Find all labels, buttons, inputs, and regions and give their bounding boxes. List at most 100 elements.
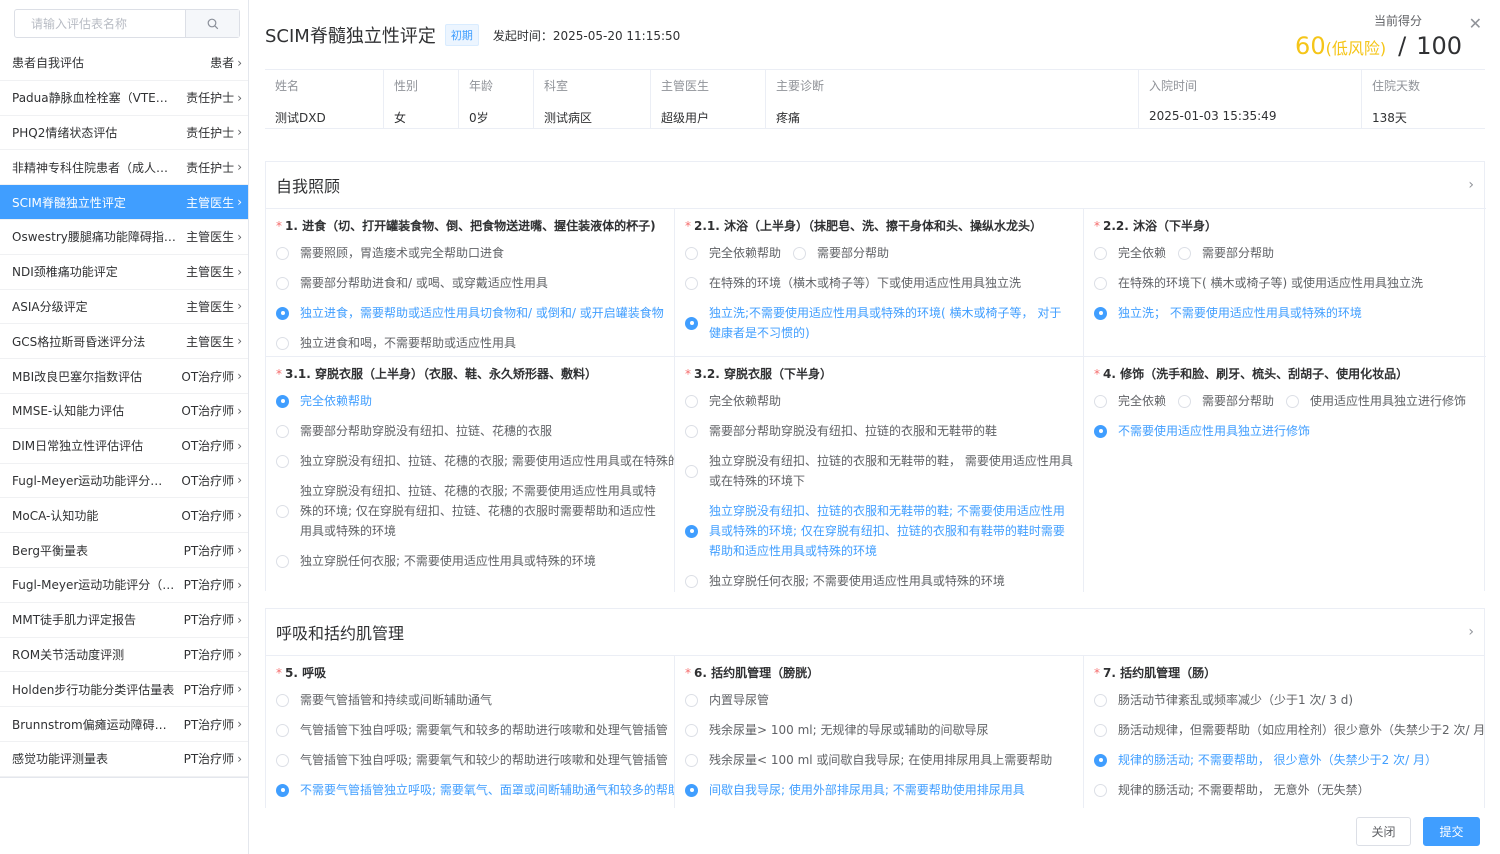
sidebar-item[interactable]: Padua静脉血栓栓塞（VTE… 责任护士 › — [0, 81, 248, 116]
radio-option[interactable]: 内置导尿管 — [685, 685, 1073, 715]
sidebar-item[interactable]: ROM关节活动度评测 PT治疗师 › — [0, 638, 248, 673]
radio-option[interactable]: 独立穿脱没有纽扣、拉链、花穗的衣服; 不需要使用适应性用具或特殊的环境; 仅在穿… — [276, 476, 664, 546]
radio-option[interactable]: 完全依赖帮助 — [685, 238, 781, 268]
radio-button[interactable] — [685, 783, 698, 797]
sidebar-item[interactable]: PHQ2情绪状态评估 责任护士 › — [0, 116, 248, 151]
sidebar-item[interactable]: GCS格拉斯哥昏迷评分法 主管医生 › — [0, 324, 248, 360]
radio-button[interactable] — [685, 524, 698, 538]
radio-option[interactable]: 规律的肠活动; 不需要帮助， 无意外（无失禁） — [1094, 775, 1476, 805]
radio-button[interactable] — [685, 246, 698, 260]
radio-option[interactable]: 独立进食，需要帮助或适应性用具切食物和/ 或倒和/ 或开启罐装食物 — [276, 298, 664, 328]
close-button[interactable]: 关闭 — [1356, 817, 1411, 846]
radio-button[interactable] — [276, 504, 289, 518]
radio-option[interactable]: 独立穿脱任何衣服; 不需要使用适应性用具或特殊的环境 — [276, 546, 664, 576]
sidebar-item[interactable]: 非精神专科住院患者（成人… 责任护士 › — [0, 150, 248, 186]
radio-option[interactable]: 不需要使用适应性用具独立进行修饰 — [1094, 416, 1476, 446]
radio-button[interactable] — [276, 454, 289, 468]
sidebar-item[interactable]: DIM日常独立性评估评估 OT治疗师 › — [0, 429, 248, 464]
radio-button[interactable] — [1094, 424, 1107, 438]
radio-option[interactable]: 需要部分帮助 — [1178, 238, 1274, 268]
radio-button[interactable] — [1094, 394, 1107, 408]
radio-option[interactable]: 需要部分帮助进食和/ 或喝、或穿戴适应性用具 — [276, 268, 664, 298]
radio-option[interactable]: 独立洗； 不需要使用适应性用具或特殊的环境 — [1094, 298, 1476, 328]
radio-option[interactable]: 完全依赖 — [1094, 238, 1166, 268]
radio-button[interactable] — [685, 693, 698, 707]
sidebar-item[interactable]: Fugl-Meyer运动功能评分（… PT治疗师 › — [0, 568, 248, 603]
close-icon[interactable]: ✕ — [1469, 14, 1482, 33]
sidebar-item[interactable]: NDI颈椎痛功能评定 主管医生 › — [0, 255, 248, 290]
search-button[interactable] — [185, 10, 239, 37]
radio-button[interactable] — [793, 246, 807, 260]
radio-option[interactable]: 气管插管下独自呼吸; 需要氧气和较少的帮助进行咳嗽和处理气管插管 — [276, 745, 668, 775]
sidebar-item[interactable]: Holden步行功能分类评估量表 PT治疗师 › — [0, 672, 248, 708]
radio-option[interactable]: 独立穿脱没有纽扣、拉链的衣服和无鞋带的鞋; 不需要使用适应性用具或特殊的环境; … — [685, 496, 1073, 566]
sidebar-item[interactable]: MMT徒手肌力评定报告 PT治疗师 › — [0, 603, 248, 638]
radio-button[interactable] — [276, 306, 289, 320]
radio-button[interactable] — [685, 394, 698, 408]
radio-button[interactable] — [276, 693, 289, 707]
radio-button[interactable] — [276, 554, 289, 568]
radio-button[interactable] — [276, 424, 289, 438]
sidebar-item[interactable]: SCIM脊髓独立性评定 主管医生 › — [0, 185, 248, 220]
radio-button[interactable] — [276, 723, 289, 737]
radio-button[interactable] — [276, 336, 289, 350]
radio-button[interactable] — [276, 246, 289, 260]
radio-button[interactable] — [685, 753, 698, 767]
chevron-right-icon[interactable]: › — [1468, 624, 1474, 640]
radio-option[interactable]: 需要部分帮助 — [1178, 386, 1274, 416]
radio-option[interactable]: 需要部分帮助穿脱没有纽扣、拉链、花穗的衣服 — [276, 416, 664, 446]
sidebar-item[interactable]: Oswestry腰腿痛功能障碍指… 主管医生 › — [0, 220, 248, 255]
radio-option[interactable]: 在特殊的环境下( 横木或椅子等) 或使用适应性用具独立洗 — [1094, 268, 1476, 298]
radio-option[interactable]: 气管插管下独自呼吸; 需要氧气和较多的帮助进行咳嗽和处理气管插管 — [276, 715, 668, 745]
radio-option[interactable]: 使用适应性用具独立进行修饰 — [1286, 386, 1466, 416]
radio-button[interactable] — [1094, 723, 1107, 737]
sidebar-item[interactable]: ASIA分级评定 主管医生 › — [0, 290, 248, 325]
submit-button[interactable]: 提交 — [1423, 817, 1480, 846]
radio-option[interactable]: 完全依赖帮助 — [276, 386, 664, 416]
search-input[interactable] — [15, 10, 185, 37]
radio-option[interactable]: 独立洗;不需要使用适应性用具或特殊的环境( 横木或椅子等， 对于健康者是不习惯的… — [685, 298, 1073, 348]
radio-option[interactable]: 在特殊的环境（横木或椅子等）下或使用适应性用具独立洗 — [685, 268, 1073, 298]
radio-button[interactable] — [685, 424, 698, 438]
radio-button[interactable] — [685, 574, 698, 588]
radio-button[interactable] — [1094, 246, 1107, 260]
radio-option[interactable]: 肠活动节律紊乱或频率减少（少于1 次/ 3 d) — [1094, 685, 1476, 715]
sidebar-item[interactable]: Brunnstrom偏瘫运动障碍分… PT治疗师 › — [0, 707, 248, 742]
radio-option[interactable]: 肠活动规律，但需要帮助（如应用栓剂）很少意外（失禁少于2 次/ 月) — [1094, 715, 1484, 745]
radio-option[interactable]: 完全依赖帮助 — [685, 386, 1073, 416]
radio-option[interactable]: 需要气管插管和持续或间断辅助通气 — [276, 685, 664, 715]
sidebar-item[interactable]: Berg平衡量表 PT治疗师 › — [0, 533, 248, 568]
radio-button[interactable] — [1178, 394, 1192, 408]
radio-option[interactable]: 间歇自我导尿; 使用外部排尿用具; 不需要帮助使用排尿用具 — [685, 775, 1073, 805]
section-header[interactable]: 自我照顾 › — [266, 162, 1484, 208]
sidebar-item[interactable]: MBI改良巴塞尔指数评估 OT治疗师 › — [0, 359, 248, 394]
radio-option[interactable]: 独立进食和喝，不需要帮助或适应性用具 — [276, 328, 664, 356]
radio-option[interactable]: 需要照顾，胃造瘘术或完全帮助口进食 — [276, 238, 664, 268]
radio-button[interactable] — [685, 723, 698, 737]
radio-button[interactable] — [1094, 783, 1107, 797]
radio-option[interactable]: 残余尿量< 100 ml 或间歇自我导尿; 在使用排尿用具上需要帮助 — [685, 745, 1073, 775]
radio-button[interactable] — [1094, 753, 1107, 767]
sidebar-item[interactable]: 感觉功能评测量表 PT治疗师 › — [0, 742, 248, 777]
radio-button[interactable] — [685, 316, 698, 330]
radio-option[interactable]: 不需要气管插管独立呼吸; 需要氧气、面罩或间断辅助通气和较多的帮助进行咳嗽 — [276, 775, 674, 805]
section-header[interactable]: 呼吸和括约肌管理 › — [266, 609, 1484, 655]
sidebar-item[interactable]: MoCA-认知功能 OT治疗师 › — [0, 498, 248, 534]
radio-option[interactable]: 规律的肠活动; 不需要帮助， 很少意外（失禁少于2 次/ 月） — [1094, 745, 1476, 775]
radio-button[interactable] — [685, 276, 698, 290]
radio-option[interactable]: 独立穿脱任何衣服; 不需要使用适应性用具或特殊的环境 — [685, 566, 1073, 592]
radio-button[interactable] — [276, 783, 289, 797]
radio-option[interactable]: 残余尿量> 100 ml; 无规律的导尿或辅助的间歇导尿 — [685, 715, 1073, 745]
radio-button[interactable] — [276, 394, 289, 408]
radio-button[interactable] — [1286, 394, 1300, 408]
radio-option[interactable]: 独立穿脱没有纽扣、拉链的衣服和无鞋带的鞋， 需要使用适应性用具或在特殊的环境下 — [685, 446, 1073, 496]
radio-option[interactable]: 需要部分帮助 — [793, 238, 889, 268]
radio-button[interactable] — [1094, 306, 1107, 320]
chevron-right-icon[interactable]: › — [1468, 177, 1474, 193]
radio-option[interactable]: 完全依赖 — [1094, 386, 1166, 416]
radio-option[interactable]: 独立穿脱没有纽扣、拉链、花穗的衣服; 需要使用适应性用具或在特殊的环境下 — [276, 446, 674, 476]
radio-option[interactable]: 需要部分帮助穿脱没有纽扣、拉链的衣服和无鞋带的鞋 — [685, 416, 1073, 446]
radio-button[interactable] — [1094, 276, 1107, 290]
radio-button[interactable] — [1178, 246, 1192, 260]
radio-button[interactable] — [276, 276, 289, 290]
